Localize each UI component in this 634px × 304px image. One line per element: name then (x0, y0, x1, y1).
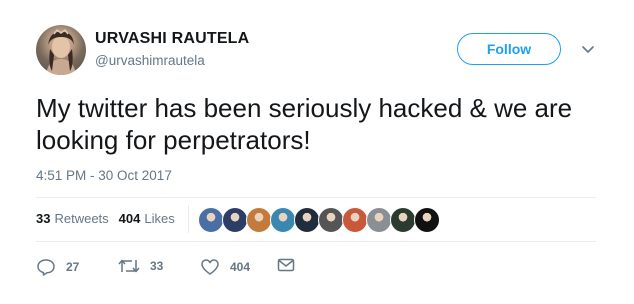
retweet-count: 33 (150, 259, 164, 273)
reply-icon (37, 259, 55, 276)
liker-avatar[interactable] (318, 207, 344, 233)
divider (36, 197, 596, 198)
tweet-timestamp[interactable]: 4:51 PM - 30 Oct 2017 (36, 168, 172, 183)
liker-avatar[interactable] (342, 207, 368, 233)
reply-button[interactable]: 27 (36, 258, 79, 276)
retweets-count: 33 (36, 211, 51, 226)
chevron-down-icon[interactable] (579, 41, 597, 59)
like-button[interactable]: 404 (200, 258, 250, 276)
liker-avatar[interactable] (198, 207, 224, 233)
liker-avatars (198, 207, 440, 233)
liker-avatar[interactable] (414, 207, 440, 233)
likes-label: Likes (144, 211, 175, 226)
liker-avatar[interactable] (390, 207, 416, 233)
envelope-icon (277, 258, 295, 272)
tweet-stats: 33 Retweets 404 Likes (36, 211, 185, 226)
tweet-text: My twitter has been seriously hacked & w… (36, 93, 573, 155)
direct-message-button[interactable] (277, 258, 295, 272)
stats-separator (188, 205, 189, 233)
likes-count: 404 (118, 211, 141, 226)
likes-stat[interactable]: 404 Likes (119, 211, 175, 226)
heart-icon (201, 259, 219, 275)
divider (36, 241, 596, 242)
user-name[interactable]: URVASHI RAUTELA (95, 30, 249, 48)
avatar[interactable] (36, 25, 86, 75)
liker-avatar[interactable] (366, 207, 392, 233)
retweets-stat[interactable]: 33 Retweets (36, 211, 109, 226)
retweet-icon (118, 259, 140, 273)
liker-avatar[interactable] (222, 207, 248, 233)
follow-button[interactable]: Follow (457, 33, 561, 65)
like-count: 404 (230, 260, 251, 274)
reply-count: 27 (66, 260, 80, 274)
liker-avatar[interactable] (270, 207, 296, 233)
liker-avatar[interactable] (294, 207, 320, 233)
tweet-card: URVASHI RAUTELA @urvashimrautela Follow … (0, 0, 634, 304)
liker-avatar[interactable] (246, 207, 272, 233)
user-handle[interactable]: @urvashimrautela (95, 53, 205, 68)
avatar-image (46, 28, 76, 75)
retweet-button[interactable]: 33 (118, 258, 163, 274)
retweets-label: Retweets (54, 211, 109, 226)
